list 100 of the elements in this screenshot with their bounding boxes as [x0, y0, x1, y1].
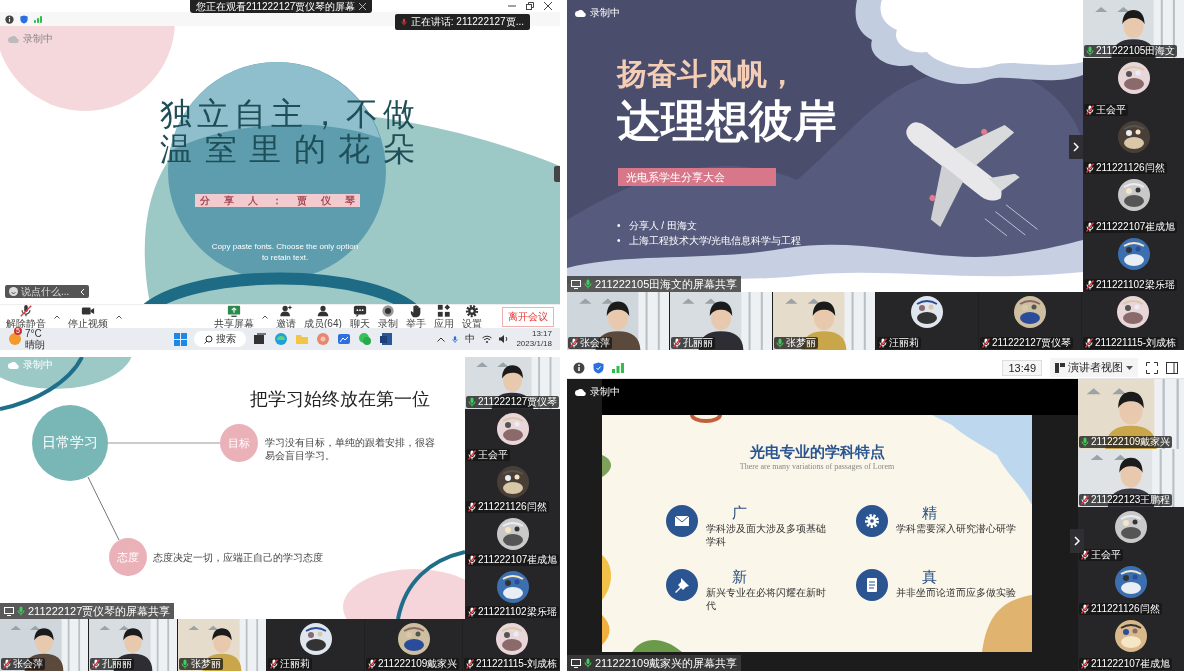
node-circle: 态度	[109, 538, 147, 576]
leaf-drawing	[632, 637, 682, 652]
bullet-text: 上海工程技术大学/光电信息科学与工程	[628, 234, 802, 248]
task-view-icon[interactable]	[253, 332, 267, 346]
feature-text: 学科涉及面大涉及多项基础学科	[706, 522, 827, 548]
clock-time: 13:49	[1002, 359, 1042, 376]
clock-date: 2023/1/18	[516, 339, 552, 349]
close-icon[interactable]	[544, 2, 552, 10]
clock-time: 13:17	[531, 329, 552, 339]
raise-hand-button[interactable]: 举手	[405, 304, 426, 329]
search-icon	[204, 334, 213, 344]
participant-name: 张会萍	[580, 337, 610, 349]
chevron-up-icon[interactable]	[437, 336, 446, 342]
signal-icon	[34, 15, 42, 23]
wifi-icon[interactable]	[482, 335, 493, 343]
participant-name: 汪丽莉	[889, 337, 919, 349]
next-button[interactable]	[1069, 135, 1083, 159]
mic-muted-icon	[19, 304, 33, 318]
chat-field[interactable]: 说点什么...	[5, 285, 89, 298]
participant-name: 211221115-刘成栋	[1095, 337, 1177, 349]
participant-name: 王会平	[478, 448, 508, 461]
participant-name: 孔丽丽	[102, 658, 132, 670]
ring-drawing	[690, 415, 722, 423]
cloud-icon	[8, 35, 19, 43]
window-title-text: 您正在观看211222127贾仪琴的屏幕	[196, 0, 356, 14]
speaker-name: 正在讲话: 211222127贾...	[410, 15, 524, 29]
participant-name: 211221126闫然	[478, 501, 547, 514]
share-screen-button[interactable]: 共享屏幕	[214, 304, 254, 329]
fullscreen-icon[interactable]	[1146, 361, 1158, 374]
leave-meeting-button[interactable]: 离开会议	[502, 306, 554, 327]
chevron-right-icon	[1073, 142, 1079, 152]
slide-note: to retain text.	[260, 253, 310, 263]
participant-name: 211221102梁乐瑶	[1096, 279, 1175, 291]
bullet-marker: •	[617, 234, 621, 248]
participant-name: 211221102梁乐瑶	[478, 606, 557, 618]
stop-video-button[interactable]: 停止视频	[68, 304, 108, 329]
slide-title: 达理想彼岸	[617, 95, 837, 147]
feature-text: 新兴专业在必将闪耀在新时代	[706, 586, 827, 612]
recording-label: 录制中	[590, 6, 620, 20]
hand-icon	[408, 304, 423, 318]
node-text: 学习没有目标，单纯的跟着安排，很容易会盲目学习。	[265, 436, 436, 462]
share-title: 211222127贾仪琴的屏幕共享	[28, 604, 171, 618]
recording-label: 录制中	[23, 358, 53, 372]
participant-name: 211222105田海文	[1096, 45, 1176, 58]
meeting-app-icon[interactable]	[337, 332, 351, 346]
bullet-marker: •	[617, 219, 621, 233]
view-mode-button[interactable]: 演讲者视图	[1050, 358, 1138, 377]
cloud-icon	[8, 361, 19, 369]
book-icon	[856, 569, 888, 601]
bullet-text: 分享人 / 田海文	[628, 219, 697, 233]
feature-text: 并非坐而论道而应多做实验	[896, 586, 1017, 599]
participant-name: 211222123王鹏程	[1091, 494, 1171, 506]
start-icon[interactable]	[174, 332, 187, 346]
chat-button[interactable]: 聊天	[349, 304, 370, 329]
participant-name: 211221126闫然	[1091, 603, 1160, 616]
apps-button[interactable]: 应用	[433, 304, 454, 329]
restore-icon[interactable]	[526, 2, 534, 10]
feature-heading: 广	[732, 505, 748, 522]
info-icon	[573, 361, 585, 374]
settings-button[interactable]: 设置	[461, 304, 482, 329]
caret-icon[interactable]	[116, 314, 122, 319]
chevron-left-icon[interactable]	[80, 287, 85, 296]
caret-icon[interactable]	[262, 314, 268, 319]
feature-heading: 新	[732, 569, 748, 586]
input-method-label[interactable]: 中	[465, 332, 476, 346]
next-button[interactable]	[1070, 529, 1084, 553]
participant-name: 211222107崔成旭	[1091, 658, 1171, 670]
invite-button[interactable]: 邀请	[276, 304, 296, 329]
volume-icon[interactable]	[499, 335, 510, 343]
slide-tag: 光电系学生分享大会	[618, 168, 776, 186]
search-button[interactable]: 搜索	[194, 331, 246, 347]
record-icon	[380, 304, 395, 318]
weather-icon	[8, 332, 22, 346]
participant-name: 211222127贾仪琴	[478, 396, 558, 409]
members-button[interactable]: 成员(64)	[304, 304, 342, 329]
close-icon[interactable]	[359, 3, 367, 10]
participant-name: 211222107崔成旭	[1096, 220, 1176, 233]
document-icon[interactable]	[379, 332, 393, 346]
signal-icon	[612, 362, 624, 373]
side-panel-handle[interactable]	[554, 166, 560, 182]
screen-share-icon	[4, 606, 14, 616]
participant-name: 王会平	[1091, 548, 1121, 561]
participant-name: 汪丽莉	[280, 658, 310, 670]
participant-name: 211222107崔成旭	[478, 553, 558, 566]
slide-subtitle: There are many variations of passages of Lorem	[738, 462, 896, 471]
participant-name: 211222109戴家兴	[1091, 436, 1171, 448]
share-title: 211222109戴家兴的屏幕共享	[595, 656, 738, 670]
sidebar-layout-icon[interactable]	[1166, 361, 1178, 374]
participant-name: 211222127贾仪琴	[992, 337, 1072, 349]
chat-app-icon[interactable]	[358, 332, 372, 346]
layout-icon	[1055, 362, 1065, 373]
caret-icon[interactable]	[54, 314, 60, 319]
leaf-drawing	[602, 555, 613, 600]
person-icon	[315, 304, 330, 318]
participant-name: 211222109戴家兴	[378, 658, 458, 670]
participant-name: 张梦丽	[191, 658, 221, 670]
browser-icon[interactable]	[274, 332, 288, 346]
minimize-icon[interactable]	[508, 2, 516, 10]
shield-icon	[20, 14, 28, 24]
feature-heading: 真	[922, 569, 938, 586]
